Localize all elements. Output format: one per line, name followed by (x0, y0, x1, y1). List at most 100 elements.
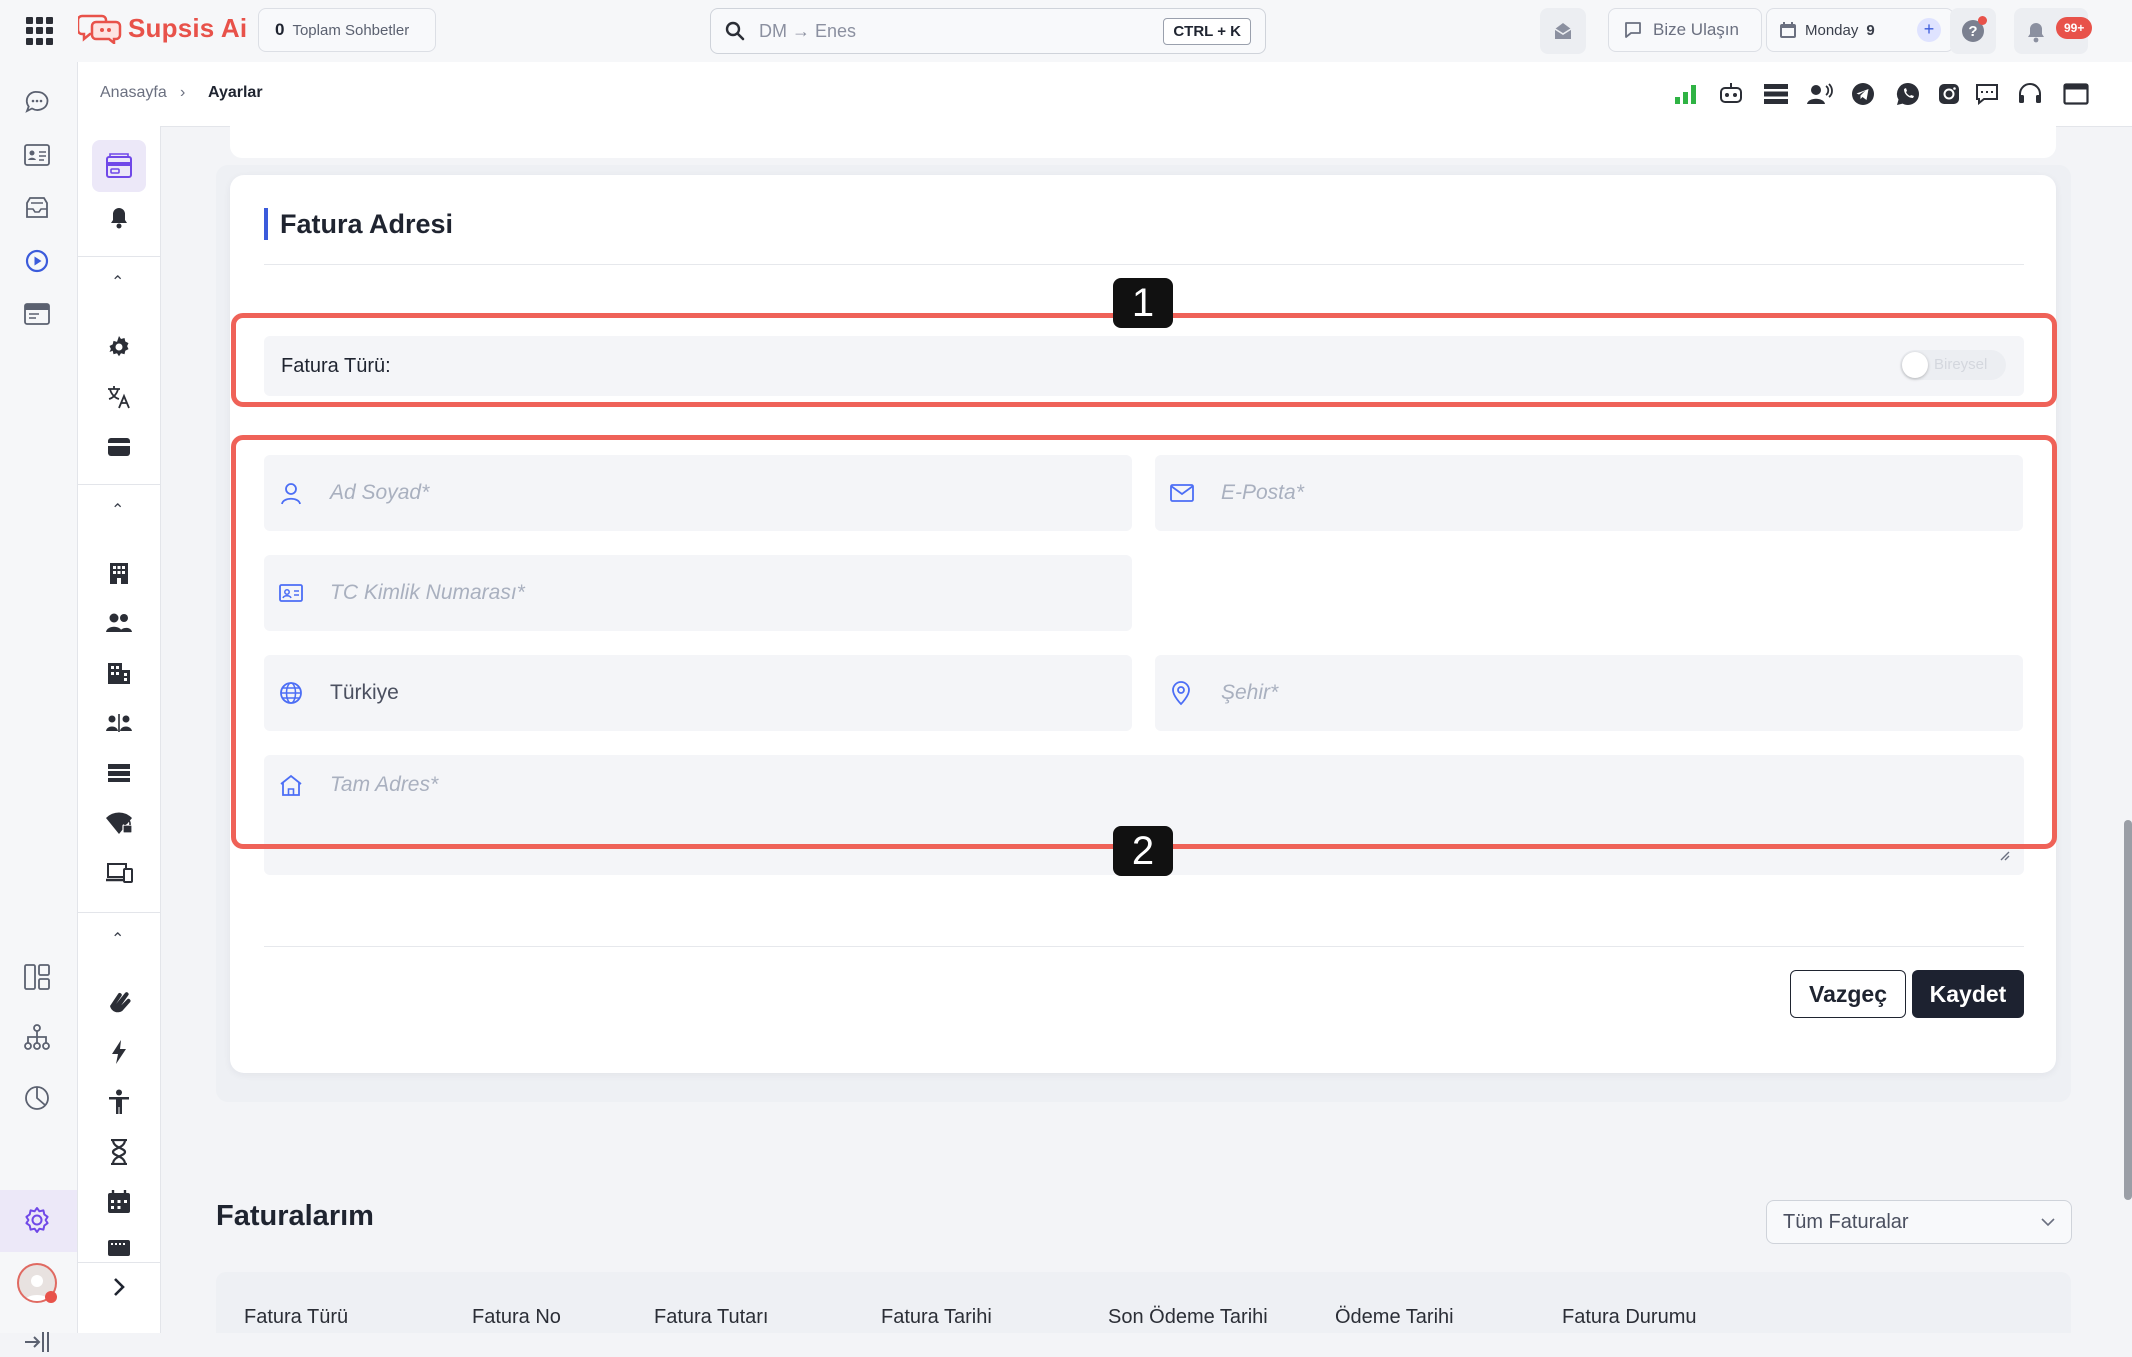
form-footer-divider (264, 946, 2024, 947)
chevron-down-icon (2041, 1217, 2055, 1227)
date-widget[interactable]: Monday 9 + (1766, 8, 1954, 52)
translate-icon[interactable] (104, 382, 134, 412)
column-header[interactable]: Fatura Türü (244, 1306, 348, 1329)
bell-small-icon[interactable] (104, 203, 134, 233)
collapse-chevron-up[interactable]: ⌃ (111, 929, 124, 949)
total-chats-counter[interactable]: 0 Toplam Sohbetler (258, 8, 436, 52)
server-list-icon[interactable] (104, 758, 134, 788)
notifications-badge: 99+ (2056, 17, 2093, 39)
app-logo[interactable]: Supsis Ai (78, 12, 247, 44)
date-number: 9 (1866, 21, 1875, 39)
inbox-button[interactable] (1540, 8, 1586, 54)
date-day: Monday (1805, 21, 1859, 39)
search-shortcut-hint: CTRL + K (1163, 17, 1251, 45)
apps-grid-icon[interactable] (26, 17, 54, 45)
billing-address-title: Fatura Adresi (264, 208, 453, 240)
flow-tree-icon[interactable] (22, 1022, 52, 1052)
gear-icon[interactable] (104, 332, 134, 362)
column-header[interactable]: Fatura No (472, 1306, 561, 1329)
instagram-icon[interactable] (1934, 79, 1964, 109)
divider (78, 1262, 160, 1263)
pie-chart-icon[interactable] (22, 1083, 52, 1113)
app-name: Supsis Ai (128, 12, 248, 43)
annotation-number-2: 2 (1113, 826, 1173, 876)
layout-panels-icon[interactable] (22, 962, 52, 992)
lightning-bolt-icon[interactable] (104, 1037, 134, 1067)
browser-window-icon[interactable] (22, 299, 52, 329)
invoice-filter-select[interactable]: Tüm Faturalar (1766, 1200, 2072, 1244)
users-group-icon[interactable] (104, 608, 134, 638)
breadcrumb-separator: › (180, 84, 186, 101)
company-building-icon[interactable] (104, 658, 134, 688)
column-header[interactable]: Fatura Durumu (1562, 1306, 1697, 1329)
play-circle-icon[interactable] (22, 246, 52, 276)
previous-section-card (230, 126, 2056, 158)
contact-us-button[interactable]: Bize Ulaşın (1608, 8, 1762, 52)
column-header[interactable]: Son Ödeme Tarihi (1108, 1306, 1268, 1329)
breadcrumb-current: Ayarlar (208, 84, 263, 101)
list-servers-icon[interactable] (1761, 79, 1791, 109)
collapse-chevron-up[interactable]: ⌃ (111, 500, 124, 520)
annotation-number-1: 1 (1113, 278, 1173, 328)
column-header[interactable]: Fatura Tutarı (654, 1306, 769, 1329)
total-chats-count: 0 (275, 20, 285, 39)
inbox-download-icon (1552, 20, 1574, 42)
svg-text:?: ? (1968, 23, 1977, 40)
user-voice-icon[interactable] (1805, 79, 1835, 109)
search-input[interactable]: DM → Enes (759, 21, 1163, 42)
accessibility-person-icon[interactable] (104, 1087, 134, 1117)
invoices-table-header: Fatura Türü Fatura No Fatura Tutarı Fatu… (216, 1272, 2071, 1333)
invoices-title: Faturalarım (216, 1200, 374, 1232)
calendar-grid-icon[interactable] (104, 1187, 134, 1217)
keyboard-icon[interactable] (104, 1237, 134, 1259)
column-header[interactable]: Ödeme Tarihi (1335, 1306, 1454, 1329)
panel-toggle-icon[interactable] (2061, 79, 2091, 109)
top-bar: Supsis Ai 0 Toplam Sohbetler DM → Enes C… (0, 0, 2132, 63)
hourglass-icon[interactable] (104, 1137, 134, 1167)
page-scrollbar[interactable] (2124, 820, 2132, 1200)
expand-chevron-right-icon[interactable] (104, 1272, 134, 1302)
breadcrumb-home[interactable]: Anasayfa (100, 84, 167, 102)
whatsapp-icon[interactable] (1893, 79, 1923, 109)
divider (78, 912, 160, 913)
wifi-lock-icon[interactable] (104, 808, 134, 838)
invoice-filter-value: Tüm Faturalar (1783, 1210, 1909, 1233)
chat-bubbles-logo-icon (78, 12, 122, 44)
card-icon[interactable] (104, 432, 134, 462)
resize-handle-icon[interactable] (1998, 849, 2010, 861)
save-button[interactable]: Kaydet (1912, 970, 2024, 1018)
sms-icon[interactable] (1972, 79, 2002, 109)
speech-bubble-icon (1623, 20, 1643, 40)
help-notification-dot (1978, 16, 1987, 25)
bot-icon[interactable] (1716, 79, 1746, 109)
archive-box-icon[interactable] (22, 193, 52, 223)
signal-bars-icon[interactable] (1672, 79, 1702, 109)
divider (78, 484, 160, 485)
settings-gear-icon[interactable] (22, 1205, 52, 1235)
global-search[interactable]: DM → Enes CTRL + K (710, 8, 1266, 54)
status-dot (45, 1291, 57, 1303)
cancel-button[interactable]: Vazgeç (1790, 970, 1906, 1018)
contacts-card-icon[interactable] (22, 140, 52, 170)
team-split-icon[interactable] (104, 708, 134, 738)
telegram-icon[interactable] (1848, 79, 1878, 109)
divider (78, 256, 160, 257)
contact-us-label: Bize Ulaşın (1653, 20, 1739, 39)
headset-support-icon[interactable] (2015, 79, 2045, 109)
settings-sidebar: ⌃ ⌃ ⌃ (78, 126, 161, 1333)
help-button[interactable]: ? (1950, 8, 1996, 54)
total-chats-label: Toplam Sohbetler (292, 21, 410, 39)
column-header[interactable]: Fatura Tarihi (881, 1306, 992, 1329)
calendar-icon (1779, 21, 1797, 39)
chats-icon[interactable] (22, 87, 52, 117)
waving-hand-icon[interactable] (104, 987, 134, 1017)
billing-wallet-icon[interactable] (104, 151, 134, 181)
title-divider (264, 264, 2024, 265)
collapse-chevron-up[interactable]: ⌃ (111, 272, 124, 292)
bell-icon (2026, 21, 2046, 43)
annotation-box-2 (231, 435, 2057, 849)
add-event-button[interactable]: + (1917, 18, 1941, 42)
devices-icon[interactable] (104, 858, 134, 888)
building-icon[interactable] (104, 558, 134, 588)
logout-icon[interactable] (22, 1327, 52, 1357)
